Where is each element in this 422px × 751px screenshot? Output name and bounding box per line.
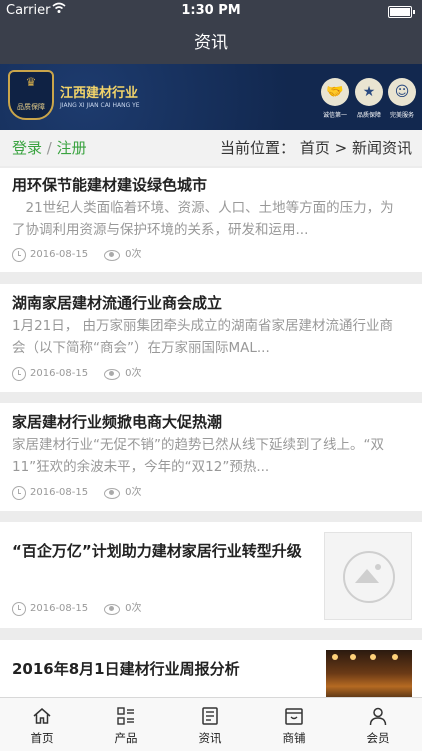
article-summary: 1月21日， 由万家丽集团牵头成立的湖南省家居建材流通行业商会（以下简称“商会”…	[12, 318, 394, 356]
status-bar: Carrier 1:30 PM	[0, 0, 422, 22]
article-meta: 2016-08-15 0次	[12, 485, 142, 501]
badge-label: 完美服务	[389, 112, 414, 119]
auth-separator: /	[46, 139, 52, 157]
tab-news[interactable]: 资讯	[168, 698, 252, 751]
article-card[interactable]: 2016年8月1日建材行业周报分析	[0, 640, 422, 697]
eye-icon	[104, 603, 121, 615]
login-link[interactable]: 登录	[12, 139, 42, 157]
clock-icon	[12, 248, 26, 262]
tab-bar: 首页 产品 资讯 商铺 会员	[0, 697, 422, 751]
tab-label: 产品	[114, 731, 138, 745]
tab-label: 会员	[366, 731, 390, 745]
brand-title: 江西建材行业	[60, 86, 139, 101]
brand-subtitle: JIANG XI JIAN CAI HANG YE	[60, 102, 140, 109]
list-icon	[117, 707, 134, 725]
shield-label: 品质保障	[17, 103, 45, 111]
article-meta: 2016-08-15 0次	[12, 366, 142, 382]
nav-bar: 资讯	[0, 22, 422, 64]
auth-links: 登录 / 注册	[12, 130, 87, 166]
page-title: 资讯	[194, 33, 228, 53]
breadcrumb-bar: 登录 / 注册 当前位置： 首页 > 新闻资讯	[0, 130, 422, 166]
tab-home[interactable]: 首页	[0, 698, 84, 751]
eye-icon	[104, 249, 121, 261]
tab-label: 首页	[30, 731, 54, 745]
breadcrumb: 当前位置： 首页 > 新闻资讯	[220, 130, 412, 166]
service-person-icon: ☺	[388, 78, 416, 106]
article-meta: 2016-08-15 0次	[12, 247, 142, 263]
badge-label: 品质保障	[356, 112, 381, 119]
article-meta: 2016-08-15 0次	[12, 601, 142, 617]
crown-icon: ♛	[25, 75, 37, 89]
article-views: 0次	[125, 368, 142, 379]
clock-icon	[12, 602, 26, 616]
location-prefix: 当前位置：	[220, 139, 296, 157]
battery-icon	[388, 6, 415, 18]
clock-icon	[12, 486, 26, 500]
article-views: 0次	[125, 603, 142, 614]
star-icon: ★	[355, 78, 383, 106]
article-thumbnail	[326, 650, 412, 697]
breadcrumb-current: 新闻资讯	[351, 139, 412, 157]
article-date: 2016-08-15	[30, 249, 89, 260]
user-icon	[369, 707, 387, 726]
article-date: 2016-08-15	[30, 603, 89, 614]
breadcrumb-arrow: >	[334, 139, 348, 157]
eye-icon	[104, 368, 121, 380]
article-title: 家居建材行业频掀电商大促热潮	[12, 413, 223, 431]
news-icon	[202, 707, 218, 725]
article-date: 2016-08-15	[30, 487, 89, 498]
tab-label: 资讯	[198, 731, 222, 745]
article-card[interactable]: 湖南家居建材流通行业商会成立 1月21日， 由万家丽集团牵头成立的湖南省家居建材…	[0, 284, 422, 392]
article-title: 湖南家居建材流通行业商会成立	[12, 294, 223, 312]
home-icon	[33, 708, 51, 724]
article-views: 0次	[125, 249, 142, 260]
shop-icon	[285, 708, 303, 725]
tab-label: 商铺	[282, 731, 306, 745]
tab-shop[interactable]: 商铺	[252, 698, 336, 751]
image-placeholder-icon	[324, 532, 412, 620]
tab-member[interactable]: 会员	[336, 698, 420, 751]
article-views: 0次	[125, 487, 142, 498]
clock-icon	[12, 367, 26, 381]
eye-icon	[104, 487, 121, 499]
brand-banner: ♛ 品质保障 江西建材行业 JIANG XI JIAN CAI HANG YE …	[0, 64, 422, 130]
article-summary: 21世纪人类面临着环境、资源、人口、土地等方面的压力，为了协调利用资源与保护环境…	[12, 200, 394, 238]
article-title: 2016年8月1日建材行业周报分析	[12, 660, 240, 678]
article-summary: 家居建材行业“无促不销”的趋势已然从线下延续到了线上。“双11”狂欢的余波未平，…	[12, 437, 384, 475]
article-card[interactable]: 用环保节能建材建设绿色城市 21世纪人类面临着环境、资源、人口、土地等方面的压力…	[0, 168, 422, 272]
article-card[interactable]: 家居建材行业频掀电商大促热潮 家居建材行业“无促不销”的趋势已然从线下延续到了线…	[0, 403, 422, 511]
breadcrumb-home-link[interactable]: 首页	[300, 139, 330, 157]
article-title: “百企万亿”计划助力建材家居行业转型升级	[12, 542, 302, 560]
tab-products[interactable]: 产品	[84, 698, 168, 751]
article-date: 2016-08-15	[30, 368, 89, 379]
handshake-icon: 🤝	[321, 78, 349, 106]
article-title: 用环保节能建材建设绿色城市	[12, 176, 208, 194]
badge-label: 诚信第一	[322, 112, 347, 119]
status-time: 1:30 PM	[181, 3, 241, 18]
quality-shield-logo: ♛ 品质保障	[8, 70, 54, 120]
article-card[interactable]: “百企万亿”计划助力建材家居行业转型升级 2016-08-15 0次	[0, 522, 422, 628]
register-link[interactable]: 注册	[57, 139, 87, 157]
